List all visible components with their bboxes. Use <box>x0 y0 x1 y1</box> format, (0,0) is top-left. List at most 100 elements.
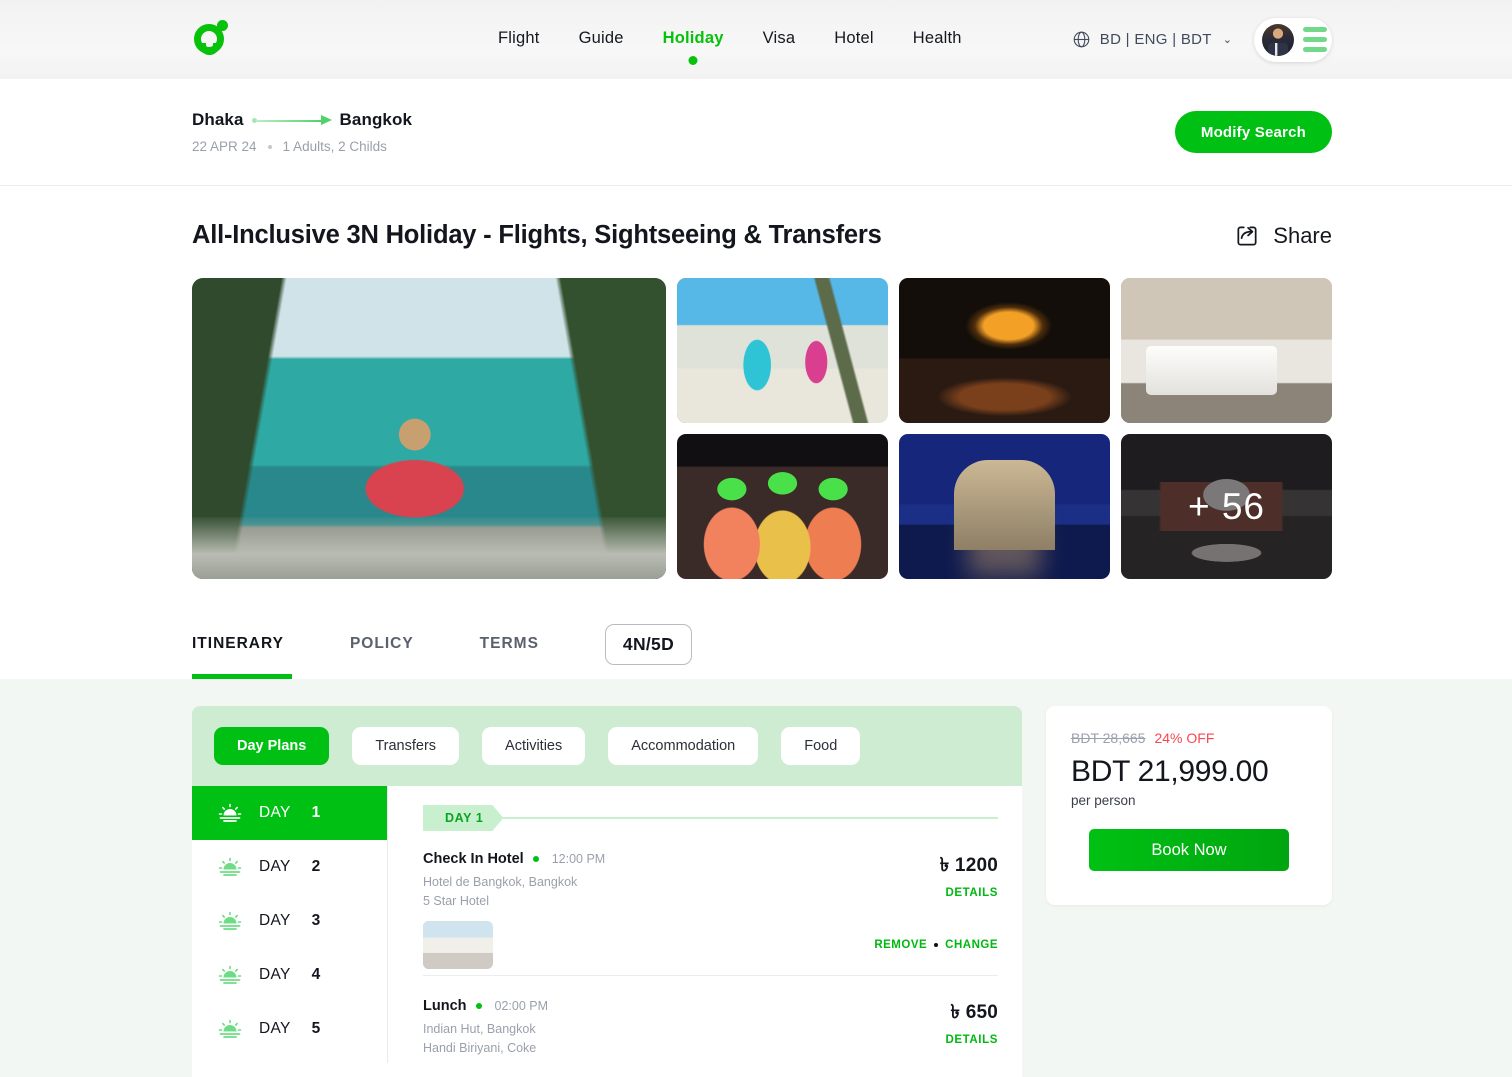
nav-label: Visa <box>762 29 796 47</box>
destination-city: Bangkok <box>339 110 413 129</box>
nav-label: Holiday <box>662 29 724 47</box>
discount-badge: 24% OFF <box>1154 730 1215 746</box>
route-meta: 22 APR 24 1 Adults, 2 Childs <box>192 139 412 154</box>
event-details-link[interactable]: DETAILS <box>868 1034 998 1046</box>
gallery-hero-image[interactable] <box>192 278 666 579</box>
nav-label: Hotel <box>834 29 874 47</box>
itinerary-event-checkin: Check In Hotel 12:00 PM Hotel de Bangkok… <box>423 851 998 975</box>
event-thumbnail-hotel[interactable] <box>423 921 493 970</box>
share-button[interactable]: Share <box>1234 223 1332 249</box>
route-arrow-icon <box>251 115 332 125</box>
day-timeline-line <box>503 817 998 819</box>
search-summary-bar: Dhaka Bangkok 22 APR 24 1 Adults, 2 Chil… <box>0 79 1512 186</box>
nav-item-visa[interactable]: Visa <box>763 29 796 50</box>
day-banner: DAY 1 <box>423 805 998 831</box>
holiday-package-detail-page: Flight Guide Holiday Visa Hotel Health B… <box>0 0 1512 1077</box>
nav-item-health[interactable]: Health <box>913 29 962 50</box>
day-item-4[interactable]: DAY 4 <box>192 948 387 1002</box>
itinerary-timeline: DAY 1 Check In Hotel 12:00 PM Hotel de B… <box>388 786 1022 1063</box>
original-price: BDT 28,665 <box>1071 730 1146 746</box>
page-title: All-Inclusive 3N Holiday - Flights, Sigh… <box>192 221 882 249</box>
event-status-dot <box>475 1003 482 1010</box>
brand-logo-icon[interactable] <box>192 16 230 64</box>
sunrise-icon <box>218 803 242 822</box>
nav-item-hotel[interactable]: Hotel <box>834 29 874 50</box>
route-summary: Dhaka Bangkok 22 APR 24 1 Adults, 2 Chil… <box>192 110 412 154</box>
event-title: Lunch <box>423 998 467 1015</box>
share-icon <box>1237 225 1257 246</box>
day-label: DAY <box>259 966 291 983</box>
gallery-thumb-festival[interactable] <box>899 278 1110 423</box>
day-item-5[interactable]: DAY 5 <box>192 1002 387 1056</box>
itinerary-filter-bar: Day Plans Transfers Activities Accommoda… <box>192 706 1022 786</box>
day-item-3[interactable]: DAY 3 <box>192 894 387 948</box>
event-time: 12:00 PM <box>551 852 606 866</box>
event-price: ৳ 650 <box>950 1002 998 1024</box>
event-details-link[interactable]: DETAILS <box>868 887 998 899</box>
gallery-thumbnails: + 56 <box>677 278 1332 579</box>
tab-label: ITINERARY <box>192 635 284 652</box>
locale-currency-selector[interactable]: BD | ENG | BDT ⌄ <box>1072 30 1232 49</box>
event-header: Check In Hotel 12:00 PM <box>423 851 868 867</box>
nav-item-guide[interactable]: Guide <box>579 29 624 50</box>
day-number: 3 <box>311 912 321 929</box>
main-navigation: Flight Guide Holiday Visa Hotel Health <box>498 29 962 50</box>
day-selector-list: DAY 1 DAY 2 DAY 3 DAY 4 DAY 5 <box>192 786 388 1063</box>
event-main: Check In Hotel 12:00 PM Hotel de Bangkok… <box>423 851 868 970</box>
filter-transfers[interactable]: Transfers <box>352 727 460 765</box>
day-number: 4 <box>311 966 321 983</box>
gallery-thumb-boats[interactable] <box>677 278 888 423</box>
day-flag-label: DAY 1 <box>423 805 503 831</box>
book-now-button[interactable]: Book Now <box>1089 829 1289 871</box>
nav-label: Health <box>912 29 962 47</box>
event-time: 02:00 PM <box>494 999 549 1014</box>
price-unit-label: per person <box>1071 793 1136 808</box>
event-location: Indian Hut, Bangkok <box>423 1022 536 1037</box>
day-label: DAY <box>259 912 291 929</box>
event-status-dot <box>532 856 539 862</box>
event-right: ৳ 650 DETAILS <box>868 998 998 1063</box>
filter-food[interactable]: Food <box>781 727 861 765</box>
sunrise-icon <box>218 911 242 930</box>
nav-item-flight[interactable]: Flight <box>498 29 540 50</box>
event-change-link[interactable]: CHANGE <box>945 939 998 951</box>
account-menu-button[interactable] <box>1254 17 1332 62</box>
filter-day-plans[interactable]: Day Plans <box>214 727 330 765</box>
meta-separator <box>267 144 272 149</box>
sunrise-icon <box>218 857 242 876</box>
title-row: All-Inclusive 3N Holiday - Flights, Sigh… <box>192 186 1332 250</box>
event-header: Lunch 02:00 PM <box>423 998 868 1014</box>
globe-icon <box>1073 31 1090 48</box>
gallery-thumb-more[interactable]: + 56 <box>1121 434 1332 579</box>
header-right-controls: BD | ENG | BDT ⌄ <box>1072 17 1332 62</box>
duration-badge[interactable]: 4N/5D <box>604 623 693 665</box>
event-location: Hotel de Bangkok, Bangkok <box>423 875 578 889</box>
tab-itinerary[interactable]: ITINERARY <box>192 609 292 679</box>
route-cities: Dhaka Bangkok <box>192 110 412 130</box>
gallery-more-count: + 56 <box>1121 434 1332 579</box>
gallery-thumb-hotel-exterior[interactable] <box>899 434 1110 579</box>
share-label: Share <box>1273 222 1332 248</box>
nav-label: Guide <box>578 29 624 47</box>
day-number: 1 <box>311 804 321 821</box>
event-price: ৳ 1200 <box>939 855 998 876</box>
day-item-2[interactable]: DAY 2 <box>192 840 387 894</box>
hamburger-menu-icon[interactable] <box>1303 27 1327 52</box>
current-price: BDT 21,999.00 <box>1071 755 1269 788</box>
price-discount-row: BDT 28,665 24% OFF <box>1071 730 1307 746</box>
gallery-thumb-party[interactable] <box>677 434 888 579</box>
sunrise-icon <box>218 1019 242 1038</box>
event-items: Handi Biriyani, Coke <box>423 1041 537 1056</box>
event-right: ৳ 1200 DETAILS REMOVE CHANGE <box>868 851 998 969</box>
day-item-1[interactable]: DAY 1 <box>192 786 387 840</box>
filter-activities[interactable]: Activities <box>482 727 586 765</box>
event-remove-link[interactable]: REMOVE <box>874 939 927 951</box>
gallery-thumb-hotel-room[interactable] <box>1121 278 1332 423</box>
itinerary-card: Day Plans Transfers Activities Accommoda… <box>192 706 1022 1077</box>
tab-label: TERMS <box>479 635 539 652</box>
modify-search-button[interactable]: Modify Search <box>1174 111 1332 153</box>
tab-policy[interactable]: POLICY <box>350 609 414 679</box>
nav-item-holiday[interactable]: Holiday <box>663 29 724 50</box>
tab-terms[interactable]: TERMS <box>480 609 539 679</box>
filter-accommodation[interactable]: Accommodation <box>608 727 759 765</box>
